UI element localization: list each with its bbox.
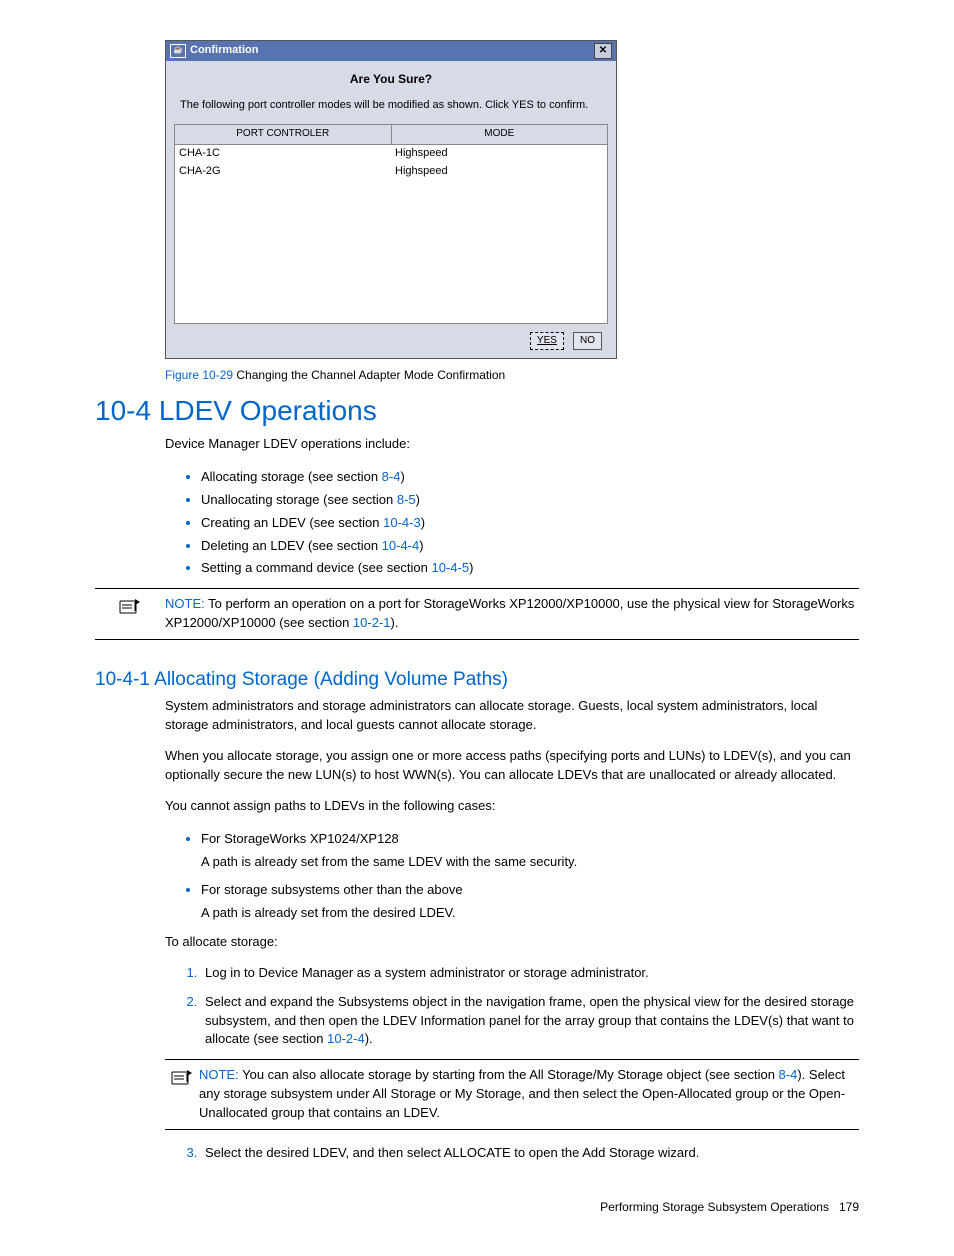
operations-list: Allocating storage (see section 8-4) Una… — [165, 466, 859, 578]
paragraph: You cannot assign paths to LDEVs in the … — [165, 797, 859, 816]
steps-list-cont: Select the desired LDEV, and then select… — [165, 1144, 859, 1163]
list-item: Allocating storage (see section 8-4) — [201, 466, 859, 487]
cell-controller: CHA-2G — [175, 163, 392, 181]
step-item: Select the desired LDEV, and then select… — [201, 1144, 859, 1163]
xref-link[interactable]: 10-4-4 — [382, 538, 420, 553]
list-item: Creating an LDEV (see section 10-4-3) — [201, 512, 859, 533]
paragraph: When you allocate storage, you assign on… — [165, 747, 859, 785]
note-label: NOTE: — [165, 596, 205, 611]
step-item: Select and expand the Subsystems object … — [201, 993, 859, 1050]
list-item: For storage subsystems other than the ab… — [201, 879, 859, 923]
xref-link[interactable]: 10-4-3 — [383, 515, 421, 530]
port-controller-table: PORT CONTROLER MODE CHA-1C Highspeed CHA… — [174, 124, 608, 323]
no-button[interactable]: NO — [573, 332, 602, 351]
yes-button[interactable]: YES — [530, 332, 564, 351]
table-row: CHA-1C Highspeed — [175, 144, 608, 162]
cases-list: For StorageWorks XP1024/XP128 A path is … — [165, 828, 859, 923]
section-heading: 10-4 LDEV Operations — [95, 391, 859, 432]
note-block: NOTE: To perform an operation on a port … — [95, 588, 859, 640]
subsection-heading: 10-4-1 Allocating Storage (Adding Volume… — [95, 666, 859, 694]
cell-mode: Highspeed — [391, 163, 608, 181]
xref-link[interactable]: 10-2-4 — [327, 1031, 365, 1046]
figure-number: Figure 10-29 — [165, 368, 233, 382]
dialog-title: Confirmation — [190, 43, 258, 59]
list-item: Unallocating storage (see section 8-5) — [201, 489, 859, 510]
confirmation-dialog: ☕ Confirmation ✕ Are You Sure? The follo… — [165, 40, 617, 359]
xref-link[interactable]: 8-4 — [779, 1067, 798, 1082]
paragraph: To allocate storage: — [165, 933, 859, 952]
note-block: NOTE: You can also allocate storage by s… — [165, 1059, 859, 1130]
intro-text: Device Manager LDEV operations include: — [165, 435, 859, 454]
cell-controller: CHA-1C — [175, 144, 392, 162]
xref-link[interactable]: 10-2-1 — [353, 615, 391, 630]
dialog-heading: Are You Sure? — [174, 67, 608, 98]
steps-list: Log in to Device Manager as a system adm… — [165, 964, 859, 1049]
xref-link[interactable]: 8-4 — [382, 469, 401, 484]
col-mode: MODE — [391, 125, 608, 145]
list-item: For StorageWorks XP1024/XP128 A path is … — [201, 828, 859, 872]
xref-link[interactable]: 8-5 — [397, 492, 416, 507]
figure-caption: Figure 10-29 Changing the Channel Adapte… — [165, 367, 859, 384]
step-item: Log in to Device Manager as a system adm… — [201, 964, 859, 983]
cell-mode: Highspeed — [391, 144, 608, 162]
dialog-app-icon: ☕ — [170, 44, 186, 58]
page-footer: Performing Storage Subsystem Operations … — [95, 1199, 859, 1216]
list-item: Setting a command device (see section 10… — [201, 557, 859, 578]
note-label: NOTE: — [199, 1067, 239, 1082]
xref-link[interactable]: 10-4-5 — [432, 560, 470, 575]
list-item: Deleting an LDEV (see section 10-4-4) — [201, 535, 859, 556]
col-port-controller: PORT CONTROLER — [175, 125, 392, 145]
dialog-message: The following port controller modes will… — [174, 98, 608, 124]
note-icon — [118, 597, 142, 617]
note-icon — [170, 1068, 194, 1088]
dialog-titlebar: ☕ Confirmation ✕ — [166, 41, 616, 61]
paragraph: System administrators and storage admini… — [165, 697, 859, 735]
table-row: CHA-2G Highspeed — [175, 163, 608, 181]
page-number: 179 — [839, 1200, 859, 1214]
close-icon[interactable]: ✕ — [594, 43, 612, 59]
